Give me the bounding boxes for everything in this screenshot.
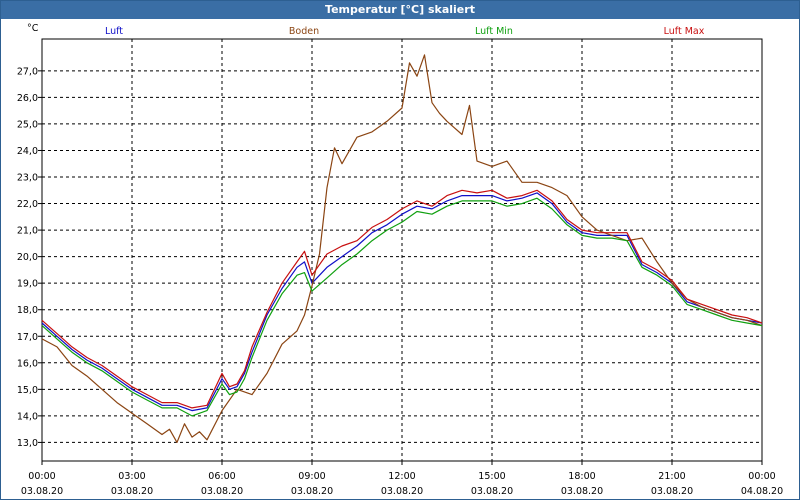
- y-tick-label: 17,0: [17, 332, 38, 343]
- y-tick-label: 24,0: [17, 146, 38, 157]
- chart-legend: Luft Boden Luft Min Luft Max: [105, 26, 705, 37]
- y-tick-label: 23,0: [17, 173, 38, 184]
- y-axis-unit: °C: [27, 23, 39, 34]
- chart-grid: [42, 39, 762, 461]
- x-tick-time: 06:00: [208, 471, 235, 482]
- legend-entry-luft: Luft: [105, 26, 123, 37]
- y-tick-label: 19,0: [17, 279, 38, 290]
- x-tick-date: 03.08.20: [651, 486, 693, 497]
- temperature-chart: Luft Boden Luft Min Luft Max 13,0 14,0 15,0 16…: [17, 23, 783, 497]
- x-tick-time: 21:00: [658, 471, 685, 482]
- y-tick-label: 16,0: [17, 358, 38, 369]
- y-axis: 13,0 14,0 15,0 16,0 17,0 18,0 19,0 20,0 21,0 22,0…: [17, 23, 42, 449]
- x-tick-date: 03.08.20: [561, 486, 603, 497]
- x-tick-date: 04.08.20: [741, 486, 783, 497]
- legend-entry-luft-max: Luft Max: [664, 26, 705, 37]
- y-tick-label: 22,0: [17, 199, 38, 210]
- x-tick-date: 03.08.20: [471, 486, 513, 497]
- x-tick-date: 03.08.20: [111, 486, 153, 497]
- legend-entry-boden: Boden: [289, 26, 319, 37]
- y-tick-label: 20,0: [17, 252, 38, 263]
- y-tick-label: 27,0: [17, 66, 38, 77]
- y-tick-label: 21,0: [17, 226, 38, 237]
- x-tick-date: 03.08.20: [291, 486, 333, 497]
- x-tick-time: 00:00: [28, 471, 55, 482]
- y-tick-label: 18,0: [17, 305, 38, 316]
- y-tick-label: 25,0: [17, 119, 38, 130]
- x-tick-time: 00:00: [748, 471, 775, 482]
- x-tick-time: 03:00: [118, 471, 145, 482]
- x-tick-time: 09:00: [298, 471, 325, 482]
- chart-window: Temperatur [°C] skaliert Luft Boden Luft M…: [0, 0, 800, 500]
- x-axis: 00:00 03.08.20 03:00 03.08.20 06:00 03.08.20 0…: [21, 461, 783, 497]
- x-tick-time: 12:00: [388, 471, 415, 482]
- x-tick-date: 03.08.20: [381, 486, 423, 497]
- y-tick-label: 15,0: [17, 385, 38, 396]
- y-tick-label: 26,0: [17, 93, 38, 104]
- window-title: Temperatur [°C] skaliert: [1, 1, 799, 19]
- y-tick-label: 13,0: [17, 438, 38, 449]
- x-tick-date: 03.08.20: [21, 486, 63, 497]
- x-tick-date: 03.08.20: [201, 486, 243, 497]
- x-tick-time: 18:00: [568, 471, 595, 482]
- y-tick-label: 14,0: [17, 411, 38, 422]
- legend-entry-luft-min: Luft Min: [475, 26, 513, 37]
- x-tick-time: 15:00: [478, 471, 505, 482]
